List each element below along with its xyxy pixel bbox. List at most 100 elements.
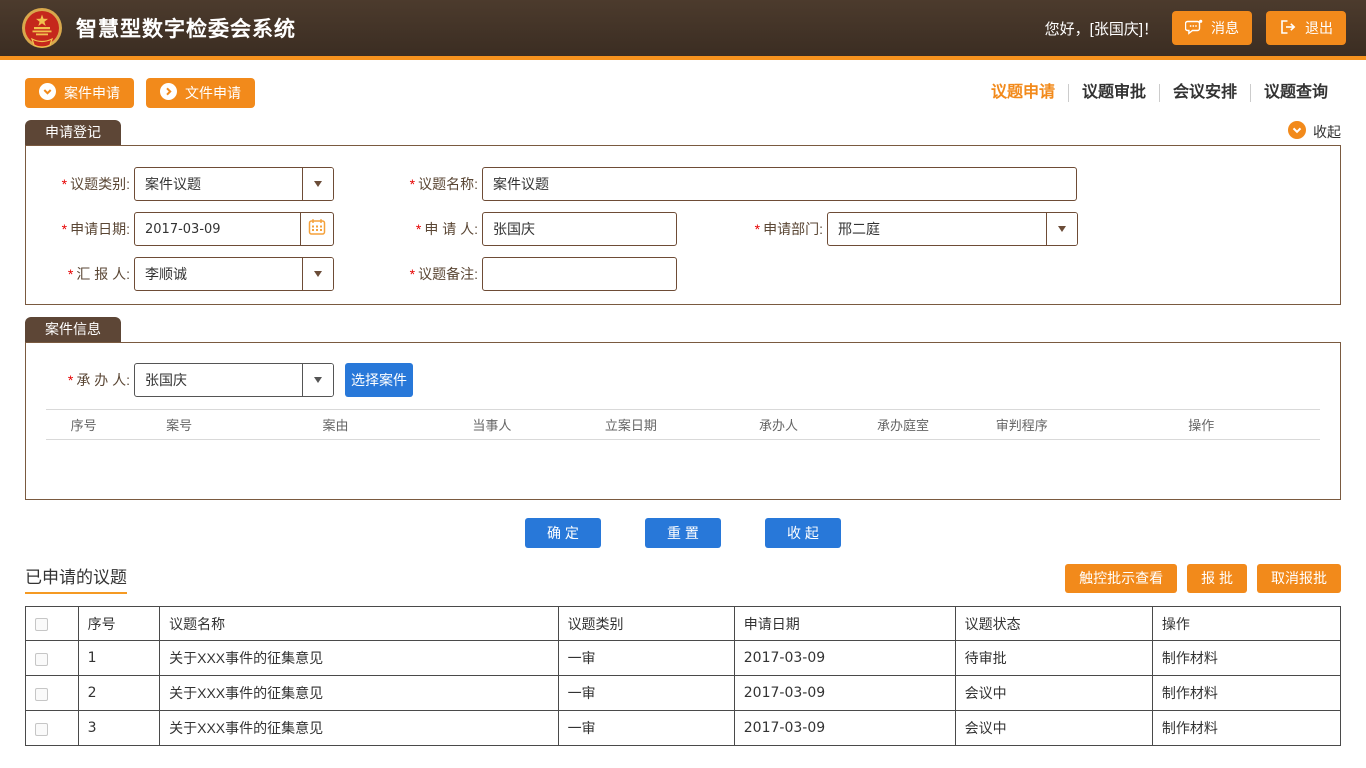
dropdown-arrow-icon <box>314 181 322 187</box>
user-greeting: 您好，[张国庆]！ <box>1045 18 1158 39</box>
collapse-button[interactable]: 收 起 <box>765 518 841 548</box>
collapse-circle-icon <box>1288 121 1306 142</box>
required-mark: * <box>62 221 67 237</box>
nav-topic-query[interactable]: 议题查询 <box>1250 84 1341 102</box>
dept-select[interactable]: 邢二庭 <box>827 212 1078 246</box>
case-col-operation: 操作 <box>1083 415 1320 434</box>
topic-name-input[interactable] <box>482 167 1077 201</box>
undertaker-select[interactable]: 张国庆 <box>134 363 334 397</box>
cell-apply-date: 2017-03-09 <box>734 711 955 746</box>
dept-field: *申请部门: 邢二庭 <box>737 212 1078 246</box>
cell-topic-type: 一审 <box>558 641 734 676</box>
undertaker-value: 张国庆 <box>135 364 302 396</box>
register-section-bar: 申请登记 收起 <box>25 120 1341 145</box>
message-button[interactable]: 消息 <box>1172 11 1252 45</box>
case-col-undertaker: 承办人 <box>712 415 845 434</box>
undertaker-dropdown-button[interactable] <box>302 364 333 396</box>
reporter-label: 汇 报 人: <box>76 266 130 282</box>
cell-topic-status: 会议中 <box>955 711 1152 746</box>
top-nav: 议题申请 议题审批 会议安排 议题查询 <box>978 84 1341 102</box>
cell-no: 2 <box>78 676 160 711</box>
cell-no: 1 <box>78 641 160 676</box>
dept-dropdown-button[interactable] <box>1046 213 1077 245</box>
topic-type-select[interactable]: 案件议题 <box>134 167 334 201</box>
nav-topic-apply[interactable]: 议题申请 <box>978 84 1068 102</box>
required-mark: * <box>68 266 73 282</box>
remark-input[interactable] <box>482 257 677 291</box>
header-right: 您好，[张国庆]！ 消息 退出 <box>1045 11 1346 45</box>
select-case-button[interactable]: 选择案件 <box>345 363 413 397</box>
submit-approval-button[interactable]: 报 批 <box>1187 564 1247 593</box>
col-topic-status: 议题状态 <box>955 607 1152 641</box>
dept-label: 申请部门: <box>763 221 823 237</box>
col-no: 序号 <box>78 607 160 641</box>
nav-topic-approve[interactable]: 议题审批 <box>1068 84 1159 102</box>
apply-date-field: *申请日期: <box>44 212 334 246</box>
nav-meeting-arrange[interactable]: 会议安排 <box>1159 84 1250 102</box>
case-apply-button[interactable]: 案件申请 <box>25 78 134 108</box>
required-mark: * <box>416 221 421 237</box>
message-icon <box>1185 19 1203 38</box>
case-apply-label: 案件申请 <box>64 83 120 103</box>
case-panel: *承 办 人: 张国庆 选择案件 序号 案号 案由 当事人 立案日期 承办人 承… <box>25 342 1341 500</box>
form-actions: 确 定 重 置 收 起 <box>25 518 1341 548</box>
cell-operation-link[interactable]: 制作材料 <box>1152 711 1340 746</box>
undertaker-label: 承 办 人: <box>76 372 130 388</box>
cell-operation-link[interactable]: 制作材料 <box>1152 641 1340 676</box>
collapse-label: 收起 <box>1313 122 1341 142</box>
remark-label: 议题备注: <box>418 266 478 282</box>
apply-date-input[interactable] <box>135 213 300 245</box>
cancel-approval-button[interactable]: 取消报批 <box>1257 564 1341 593</box>
required-mark: * <box>62 176 67 192</box>
case-table-header: 序号 案号 案由 当事人 立案日期 承办人 承办庭室 审判程序 操作 <box>46 409 1320 440</box>
file-apply-label: 文件申请 <box>185 83 241 103</box>
required-mark: * <box>755 221 760 237</box>
register-section-tab: 申请登记 <box>25 120 121 145</box>
reporter-field: *汇 报 人: 李顺诚 <box>44 257 334 291</box>
collapse-toggle[interactable]: 收起 <box>1288 121 1341 145</box>
case-col-case-number: 案号 <box>121 415 237 434</box>
cell-apply-date: 2017-03-09 <box>734 641 955 676</box>
logout-button[interactable]: 退出 <box>1266 11 1346 45</box>
logout-icon <box>1279 19 1297 38</box>
row-checkbox[interactable] <box>35 688 48 701</box>
select-all-checkbox[interactable] <box>35 618 48 631</box>
dept-value: 邢二庭 <box>828 213 1046 245</box>
reporter-dropdown-button[interactable] <box>302 258 333 290</box>
remark-field: *议题备注: <box>390 257 677 291</box>
table-header-row: 序号 议题名称 议题类别 申请日期 议题状态 操作 <box>26 607 1341 641</box>
applied-topics-header: 已申请的议题 触控批示查看 报 批 取消报批 <box>25 562 1341 594</box>
reporter-select[interactable]: 李顺诚 <box>134 257 334 291</box>
national-emblem-logo <box>20 6 64 50</box>
required-mark: * <box>410 176 415 192</box>
confirm-button[interactable]: 确 定 <box>525 518 601 548</box>
cell-topic-name: 关于XXX事件的征集意见 <box>160 676 558 711</box>
case-col-filing-date: 立案日期 <box>550 415 712 434</box>
col-apply-date: 申请日期 <box>734 607 955 641</box>
case-col-party: 当事人 <box>434 415 550 434</box>
cell-operation-link[interactable]: 制作材料 <box>1152 676 1340 711</box>
dropdown-arrow-icon <box>1058 226 1066 232</box>
cell-topic-status: 待审批 <box>955 641 1152 676</box>
row-checkbox[interactable] <box>35 723 48 736</box>
touch-review-button[interactable]: 触控批示查看 <box>1065 564 1177 593</box>
file-apply-button[interactable]: 文件申请 <box>146 78 255 108</box>
topic-type-dropdown-button[interactable] <box>302 168 333 200</box>
chevron-down-circle-icon <box>39 83 56 103</box>
cell-apply-date: 2017-03-09 <box>734 676 955 711</box>
applicant-input[interactable] <box>482 212 677 246</box>
col-operation: 操作 <box>1152 607 1340 641</box>
apply-date-picker[interactable] <box>134 212 334 246</box>
chevron-right-circle-icon <box>160 83 177 103</box>
undertaker-field: *承 办 人: 张国庆 <box>44 363 334 397</box>
register-panel: *议题类别: 案件议题 *议题名称: *申请日期: <box>25 145 1341 305</box>
logout-button-label: 退出 <box>1305 18 1333 38</box>
reset-button[interactable]: 重 置 <box>645 518 721 548</box>
table-row: 3 关于XXX事件的征集意见 一审 2017-03-09 会议中 制作材料 <box>26 711 1341 746</box>
calendar-button[interactable] <box>300 213 333 245</box>
case-section-tab: 案件信息 <box>25 317 121 342</box>
message-button-label: 消息 <box>1211 18 1239 38</box>
row-checkbox[interactable] <box>35 653 48 666</box>
cell-topic-name: 关于XXX事件的征集意见 <box>160 711 558 746</box>
topic-type-value: 案件议题 <box>135 168 302 200</box>
